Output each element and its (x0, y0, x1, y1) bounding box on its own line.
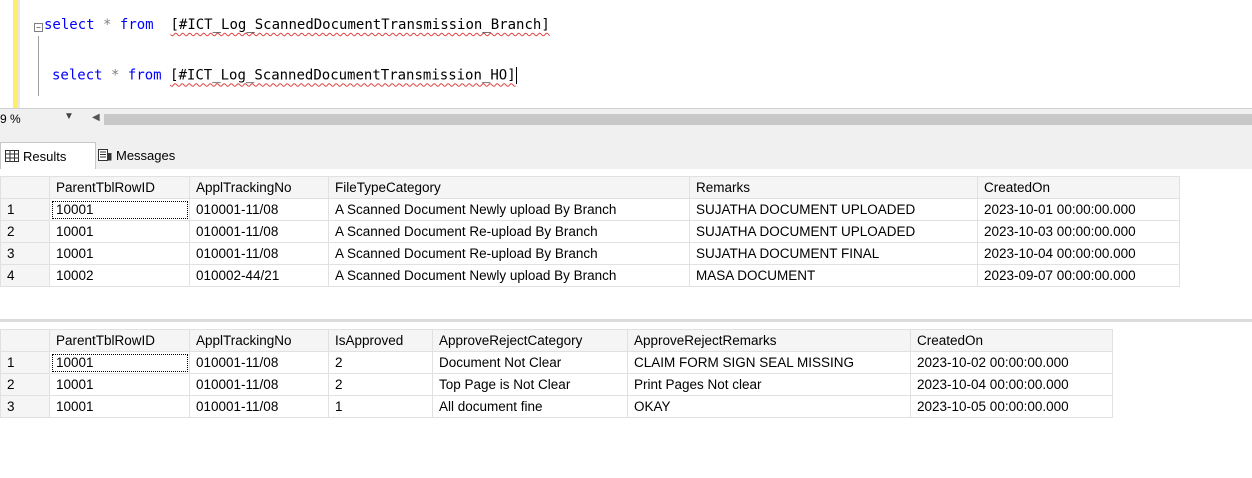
table-cell[interactable]: 10002 (49, 264, 190, 287)
table-cell[interactable]: 10001 (49, 373, 190, 396)
table-cell[interactable]: A Scanned Document Newly upload By Branc… (328, 264, 690, 287)
results-grid-2[interactable]: ParentTblRowID ApplTrackingNo IsApproved… (0, 329, 1113, 418)
editor-margin (18, 0, 20, 108)
grid-corner[interactable] (0, 176, 50, 199)
table-cell[interactable]: 010001-11/08 (189, 198, 329, 221)
table-cell[interactable]: 2 (328, 351, 433, 374)
text-cursor (515, 67, 517, 84)
keyword-select: select (52, 67, 103, 84)
table-cell[interactable]: A Scanned Document Newly upload By Branc… (328, 198, 690, 221)
table-cell[interactable]: 10001 (49, 242, 190, 265)
table-cell[interactable]: SUJATHA DOCUMENT FINAL (689, 242, 978, 265)
table-row[interactable]: 2 10001 010001-11/08 2 Top Page is Not C… (0, 373, 1113, 396)
table-cell[interactable]: SUJATHA DOCUMENT UPLOADED (689, 220, 978, 243)
column-header[interactable]: Remarks (689, 176, 978, 199)
table-cell[interactable]: 2023-10-04 00:00:00.000 (910, 373, 1113, 396)
column-header[interactable]: FileTypeCategory (328, 176, 690, 199)
table-cell[interactable]: A Scanned Document Re-upload By Branch (328, 242, 690, 265)
table-cell[interactable]: Document Not Clear (432, 351, 628, 374)
column-header[interactable]: ApproveRejectRemarks (627, 329, 911, 352)
column-header[interactable]: CreatedOn (910, 329, 1113, 352)
row-number[interactable]: 1 (0, 351, 50, 374)
query-editor[interactable]: − select * from [#ICT_Log_ScannedDocumen… (0, 0, 1252, 108)
row-number[interactable]: 3 (0, 395, 50, 418)
tab-messages-label: Messages (116, 147, 176, 163)
table-cell[interactable]: 2023-10-01 00:00:00.000 (977, 198, 1180, 221)
column-header[interactable]: IsApproved (328, 329, 433, 352)
table-name: [#ICT_Log_ScannedDocumentTransmission_Br… (170, 17, 550, 33)
table-cell[interactable]: 10001 (49, 198, 190, 221)
table-row[interactable]: 1 10001 010001-11/08 2 Document Not Clea… (0, 351, 1113, 374)
table-cell[interactable]: 010001-11/08 (189, 373, 329, 396)
header-row: ParentTblRowID ApplTrackingNo IsApproved… (0, 329, 1113, 352)
table-cell[interactable]: 2023-10-05 00:00:00.000 (910, 395, 1113, 418)
row-number[interactable]: 2 (0, 373, 50, 396)
grid-separator[interactable] (0, 319, 1252, 322)
zoom-scroll-bar: 9 % ▼ ◀ (0, 108, 1252, 129)
table-row[interactable]: 3 10001 010001-11/08 1 All document fine… (0, 395, 1113, 418)
keyword-from: from (119, 17, 154, 33)
table-cell[interactable]: 010001-11/08 (189, 242, 329, 265)
table-cell[interactable]: 10001 (49, 220, 190, 243)
table-cell[interactable]: 010002-44/21 (189, 264, 329, 287)
table-cell[interactable]: 2023-10-04 00:00:00.000 (977, 242, 1180, 265)
table-cell[interactable]: All document fine (432, 395, 628, 418)
table-cell[interactable]: A Scanned Document Re-upload By Branch (328, 220, 690, 243)
column-header[interactable]: ParentTblRowID (49, 176, 190, 199)
scroll-left-icon[interactable]: ◀ (92, 112, 100, 123)
grid-icon (5, 150, 19, 162)
table-cell[interactable]: Top Page is Not Clear (432, 373, 628, 396)
keyword-select: select (44, 17, 95, 33)
results-panel: ParentTblRowID ApplTrackingNo FileTypeCa… (0, 169, 1252, 478)
table-cell[interactable]: 2023-09-07 00:00:00.000 (977, 264, 1180, 287)
row-number[interactable]: 2 (0, 220, 50, 243)
code-line-2[interactable]: select * from [#ICT_Log_ScannedDocumentT… (52, 67, 517, 84)
table-row[interactable]: 4 10002 010002-44/21 A Scanned Document … (0, 264, 1180, 287)
tab-results[interactable]: Results (0, 142, 96, 169)
table-cell[interactable]: 010001-11/08 (189, 351, 329, 374)
row-number[interactable]: 4 (0, 264, 50, 287)
messages-icon (98, 149, 112, 161)
zoom-level[interactable]: 9 % (0, 112, 21, 126)
table-cell[interactable]: 2023-10-03 00:00:00.000 (977, 220, 1180, 243)
table-row[interactable]: 1 10001 010001-11/08 A Scanned Document … (0, 198, 1180, 221)
table-cell[interactable]: CLAIM FORM SIGN SEAL MISSING (627, 351, 911, 374)
tab-messages[interactable]: Messages (94, 142, 220, 168)
keyword-from: from (127, 67, 162, 84)
results-grid-1[interactable]: ParentTblRowID ApplTrackingNo FileTypeCa… (0, 176, 1180, 287)
header-row: ParentTblRowID ApplTrackingNo FileTypeCa… (0, 176, 1180, 199)
column-header[interactable]: ParentTblRowID (49, 329, 190, 352)
chevron-down-icon[interactable]: ▼ (64, 111, 74, 122)
table-cell[interactable]: MASA DOCUMENT (689, 264, 978, 287)
column-header[interactable]: CreatedOn (977, 176, 1180, 199)
table-cell[interactable]: SUJATHA DOCUMENT UPLOADED (689, 198, 978, 221)
table-cell[interactable]: 2023-10-02 00:00:00.000 (910, 351, 1113, 374)
table-cell[interactable]: 2 (328, 373, 433, 396)
column-header[interactable]: ApplTrackingNo (189, 176, 329, 199)
grid-corner[interactable] (0, 329, 50, 352)
row-number[interactable]: 3 (0, 242, 50, 265)
horizontal-scrollbar[interactable] (104, 114, 1252, 125)
table-cell[interactable]: 010001-11/08 (189, 220, 329, 243)
results-tabs: Results Messages (0, 129, 1252, 169)
star-symbol: * (103, 17, 112, 33)
tab-results-label: Results (23, 148, 67, 164)
table-cell[interactable]: Print Pages Not clear (627, 373, 911, 396)
table-cell[interactable]: 010001-11/08 (189, 395, 329, 418)
table-name: [#ICT_Log_ScannedDocumentTransmission_HO… (170, 67, 516, 84)
table-cell[interactable]: OKAY (627, 395, 911, 418)
column-header[interactable]: ApproveRejectCategory (432, 329, 628, 352)
table-cell[interactable]: 10001 (49, 351, 190, 374)
table-row[interactable]: 2 10001 010001-11/08 A Scanned Document … (0, 220, 1180, 243)
table-cell[interactable]: 1 (328, 395, 433, 418)
row-number[interactable]: 1 (0, 198, 50, 221)
table-row[interactable]: 3 10001 010001-11/08 A Scanned Document … (0, 242, 1180, 265)
star-symbol: * (111, 67, 120, 84)
collapse-icon[interactable]: − (34, 23, 43, 32)
column-header[interactable]: ApplTrackingNo (189, 329, 329, 352)
fold-guide-line (38, 36, 39, 96)
code-line-1[interactable]: select * from [#ICT_Log_ScannedDocumentT… (44, 17, 550, 33)
table-cell[interactable]: 10001 (49, 395, 190, 418)
